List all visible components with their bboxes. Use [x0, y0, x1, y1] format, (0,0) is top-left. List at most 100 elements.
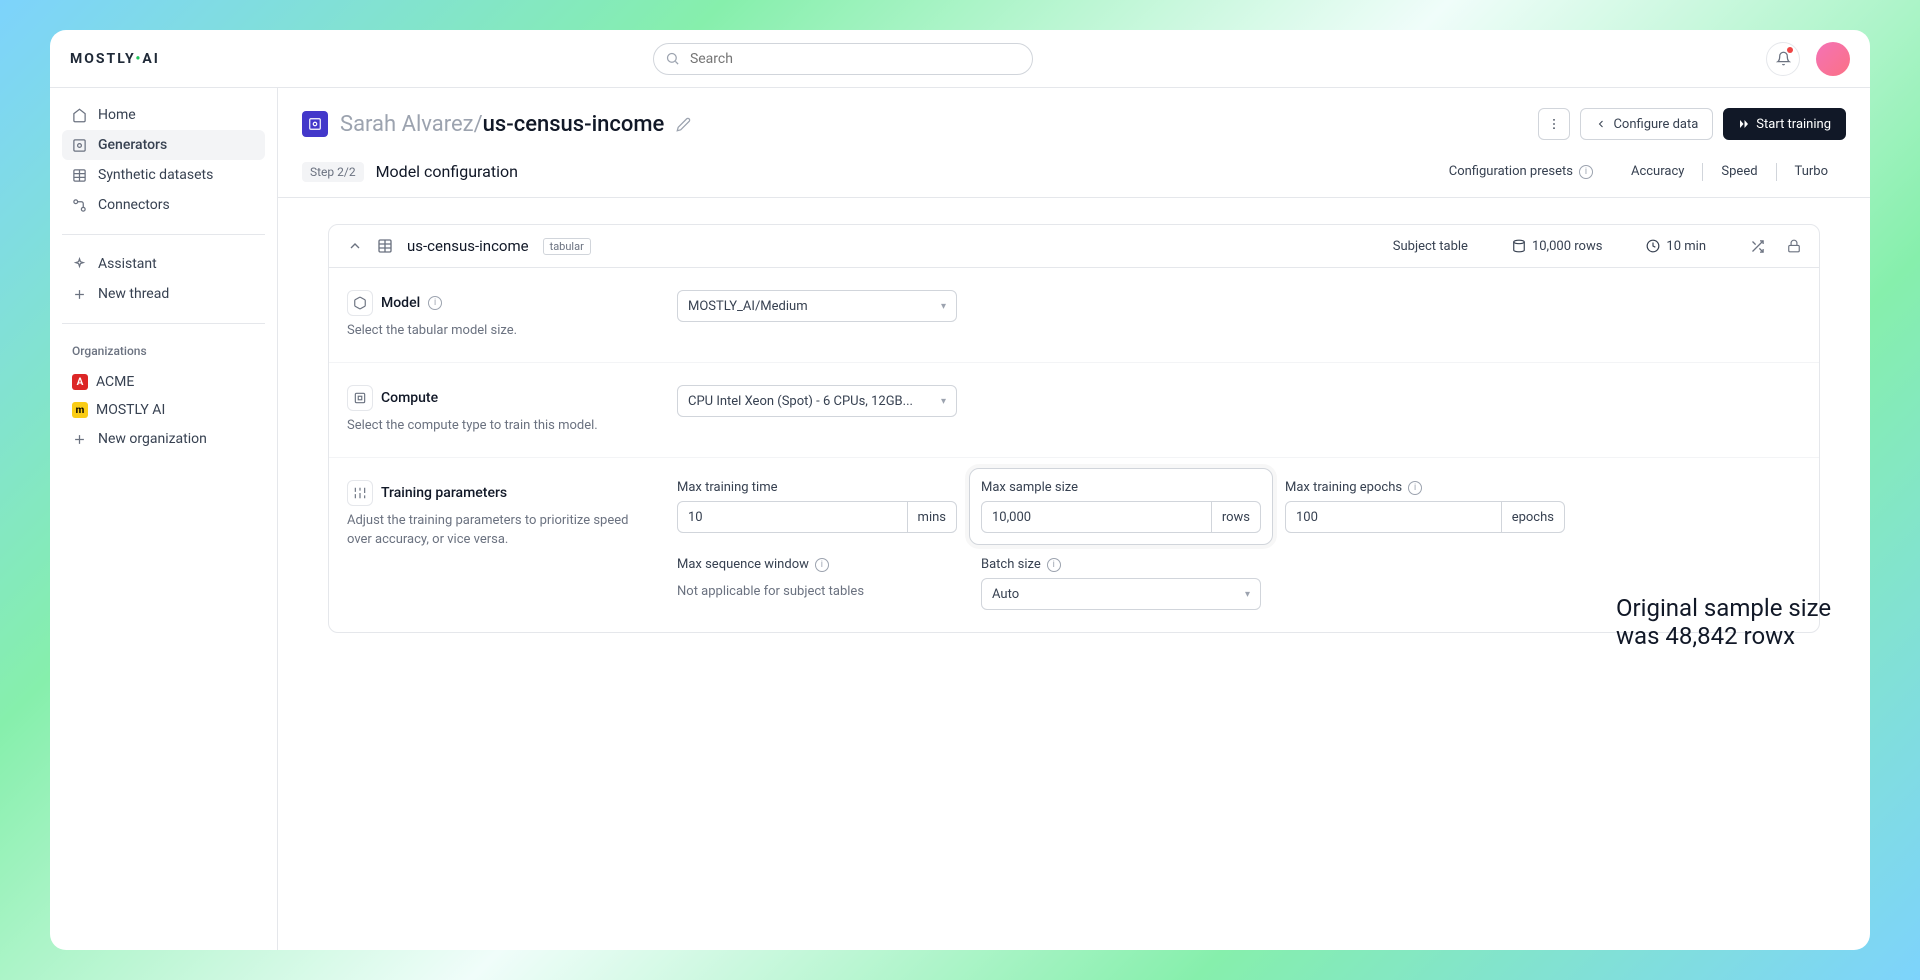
plus-icon — [72, 287, 88, 302]
info-icon[interactable]: i — [1579, 165, 1593, 179]
field-max-sequence-window: Max sequence window i Not applicable for… — [677, 557, 957, 610]
unit-label: epochs — [1501, 502, 1554, 532]
chevron-up-icon — [347, 238, 363, 254]
topbar-right — [1766, 42, 1850, 76]
section-desc: Adjust the training parameters to priori… — [347, 512, 637, 548]
field-label: Max training epochs i — [1285, 480, 1565, 495]
table-icon — [72, 168, 88, 183]
more-actions-button[interactable] — [1538, 108, 1570, 140]
max-training-epochs-input-group: epochs — [1285, 501, 1565, 533]
batch-size-select[interactable]: Auto ▾ — [981, 578, 1261, 610]
subheader: Step 2/2 Model configuration Configurati… — [278, 152, 1870, 198]
configure-data-button[interactable]: Configure data — [1580, 108, 1713, 140]
sidebar-item-new-organization[interactable]: New organization — [62, 424, 265, 454]
collapse-toggle[interactable] — [347, 238, 363, 254]
section-title: Model — [381, 295, 420, 311]
lock-button[interactable] — [1787, 239, 1801, 253]
sidebar-item-connectors[interactable]: Connectors — [62, 190, 265, 220]
step-pill: Step 2/2 — [302, 162, 364, 182]
search-input[interactable] — [653, 43, 1033, 75]
chevron-left-icon — [1595, 118, 1607, 130]
sidebar-item-new-thread[interactable]: New thread — [62, 279, 265, 309]
sidebar-item-generators[interactable]: Generators — [62, 130, 265, 160]
org-item-mostly-ai[interactable]: m MOSTLY AI — [62, 396, 265, 424]
max-training-time-input[interactable] — [688, 502, 897, 532]
info-icon[interactable]: i — [428, 296, 442, 310]
info-icon[interactable]: i — [1047, 558, 1061, 572]
max-training-time-input-group: mins — [677, 501, 957, 533]
select-value: CPU Intel Xeon (Spot) - 6 CPUs, 12GB... — [688, 394, 913, 409]
sidebar: Home Generators Synthetic datasets Conne… — [50, 88, 278, 950]
sidebar-item-assistant[interactable]: Assistant — [62, 249, 265, 279]
field-batch-size: Batch size i Auto ▾ — [981, 557, 1261, 610]
info-icon[interactable]: i — [1408, 481, 1422, 495]
sidebar-divider — [62, 234, 265, 235]
sidebar-item-synthetic-datasets[interactable]: Synthetic datasets — [62, 160, 265, 190]
sidebar-item-label: Home — [98, 107, 136, 123]
cpu-icon — [347, 385, 373, 411]
sidebar-item-label: New thread — [98, 286, 169, 302]
field-label: Batch size i — [981, 557, 1261, 572]
select-value: Auto — [992, 587, 1019, 602]
edit-name-button[interactable] — [676, 117, 691, 132]
notifications-button[interactable] — [1766, 42, 1800, 76]
brand-text-2: AI — [142, 51, 160, 67]
field-label: Max training time — [677, 480, 957, 495]
section-training-params: Training parameters Adjust the training … — [329, 458, 1819, 632]
search-icon — [665, 51, 680, 66]
subject-table-label: Subject table — [1393, 239, 1468, 254]
sliders-icon — [347, 480, 373, 506]
table-card: us-census-income tabular Subject table 1… — [328, 224, 1820, 633]
section-desc: Select the tabular model size. — [347, 322, 637, 340]
shuffle-icon — [1750, 239, 1765, 254]
org-item-acme[interactable]: A ACME — [62, 368, 265, 396]
button-label: Configure data — [1613, 117, 1698, 132]
page-header: Sarah Alvarez/us-census-income Configure… — [278, 88, 1870, 152]
chevron-down-icon: ▾ — [941, 396, 946, 407]
start-training-button[interactable]: Start training — [1723, 108, 1846, 140]
sidebar-item-label: Generators — [98, 137, 167, 153]
section-title: Training parameters — [381, 485, 507, 501]
max-sample-size-input[interactable] — [992, 502, 1201, 532]
select-value: MOSTLY_AI/Medium — [688, 299, 808, 314]
org-badge: m — [72, 402, 88, 418]
preset-accuracy[interactable]: Accuracy — [1613, 160, 1702, 183]
max-training-epochs-input[interactable] — [1296, 502, 1491, 532]
field-max-sample-size: Max sample size rows — [981, 480, 1261, 533]
button-label: Start training — [1756, 117, 1831, 132]
cube-icon — [347, 290, 373, 316]
card-header: us-census-income tabular Subject table 1… — [329, 225, 1819, 268]
field-max-training-time: Max training time mins — [677, 480, 957, 533]
sidebar-item-label: New organization — [98, 431, 207, 447]
shuffle-button[interactable] — [1750, 239, 1765, 254]
sidebar-item-label: Assistant — [98, 256, 157, 272]
generator-icon — [72, 138, 88, 153]
rows-meta: 10,000 rows — [1512, 239, 1602, 254]
info-icon[interactable]: i — [815, 558, 829, 572]
breadcrumb-name: us-census-income — [483, 112, 665, 137]
play-icon — [1738, 118, 1750, 130]
sidebar-item-home[interactable]: Home — [62, 100, 265, 130]
not-applicable-text: Not applicable for subject tables — [677, 578, 957, 599]
database-icon — [1512, 239, 1526, 253]
search-wrap — [653, 43, 1033, 75]
chevron-down-icon: ▾ — [941, 301, 946, 312]
chevron-down-icon: ▾ — [1245, 589, 1250, 600]
dots-vertical-icon — [1547, 117, 1561, 131]
brand-logo: MOSTLY•AI — [70, 51, 160, 67]
breadcrumb-owner[interactable]: Sarah Alvarez — [340, 112, 474, 137]
table-icon — [377, 238, 393, 254]
sidebar-divider — [62, 323, 265, 324]
model-select[interactable]: MOSTLY_AI/Medium ▾ — [677, 290, 957, 322]
breadcrumb: Sarah Alvarez/us-census-income — [340, 112, 664, 137]
breadcrumb-sep: / — [474, 112, 483, 137]
generator-badge-icon — [302, 111, 328, 137]
preset-turbo[interactable]: Turbo — [1777, 160, 1846, 183]
compute-select[interactable]: CPU Intel Xeon (Spot) - 6 CPUs, 12GB... … — [677, 385, 957, 417]
user-avatar[interactable] — [1816, 42, 1850, 76]
main-content: Sarah Alvarez/us-census-income Configure… — [278, 88, 1870, 950]
home-icon — [72, 108, 88, 123]
sidebar-item-label: Connectors — [98, 197, 170, 213]
preset-speed[interactable]: Speed — [1703, 160, 1775, 183]
table-name: us-census-income — [407, 237, 529, 255]
